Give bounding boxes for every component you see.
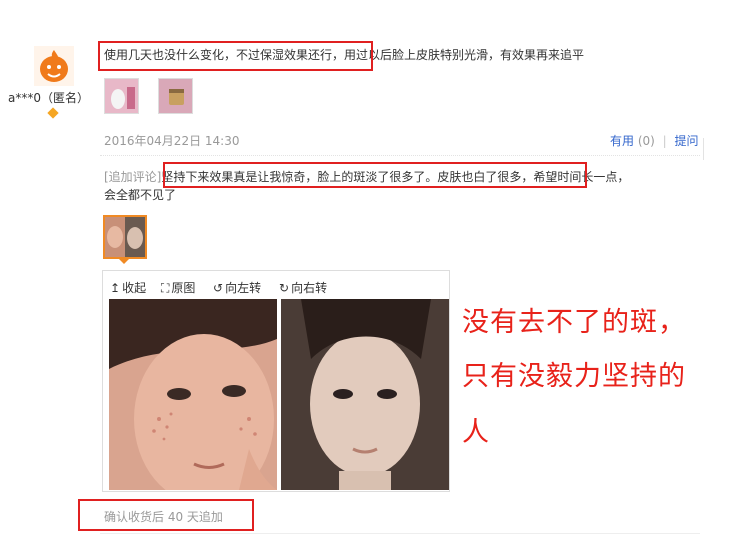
image-viewer: ↥ 收起 ⛶ 原图 ↺ 向左转 ↻ 向右转: [102, 270, 450, 492]
expand-icon: ⛶: [161, 281, 170, 295]
review-actions: 有用 (0) | 提问: [610, 132, 699, 149]
rotate-right-icon: ↻: [279, 281, 290, 295]
highlight-box-footer: [78, 499, 254, 531]
followup-text-line2: 会全都不见了: [104, 188, 177, 202]
divider: [100, 533, 700, 534]
overlay-caption-line1: 没有去不了的斑，: [462, 307, 686, 338]
original-label: 原图: [171, 281, 196, 295]
divider: [100, 155, 700, 156]
divider: [703, 138, 704, 160]
rotate-right-button[interactable]: ↻ 向右转: [279, 279, 327, 296]
highlight-box-followup: [163, 162, 587, 188]
collapse-arrow-icon: ↥: [110, 281, 121, 295]
level-badge-icon: [47, 107, 59, 119]
overlay-caption-line2: 只有没毅力坚持的: [462, 361, 686, 392]
review-photo-thumb[interactable]: [104, 78, 139, 114]
rotate-left-label: 向左转: [225, 281, 262, 295]
avatar[interactable]: [34, 46, 74, 86]
reviewer-name: a***0（匿名）: [8, 91, 89, 105]
selected-caret-icon: [118, 258, 130, 264]
collapse-label: 收起: [122, 281, 147, 295]
review-date: 2016年04月22日 14:30: [104, 134, 240, 148]
useful-link[interactable]: 有用: [610, 134, 634, 148]
rotate-left-icon: ↺: [213, 281, 224, 295]
action-separator: |: [662, 134, 667, 148]
followup-photo-thumb[interactable]: [103, 215, 147, 259]
review-photo-thumb[interactable]: [158, 78, 193, 114]
rotate-right-label: 向右转: [291, 281, 328, 295]
highlight-box-review: [98, 41, 373, 71]
rotate-left-button[interactable]: ↺ 向左转: [213, 279, 261, 296]
ask-link[interactable]: 提问: [675, 134, 699, 148]
original-image-button[interactable]: ⛶ 原图: [161, 279, 195, 296]
after-photo: [281, 299, 449, 490]
followup-label: [追加评论]: [104, 170, 162, 184]
before-photo: [109, 299, 277, 490]
useful-count: (0): [637, 134, 655, 148]
collapse-button[interactable]: ↥ 收起: [110, 279, 146, 296]
overlay-caption-line3: 人: [462, 417, 490, 448]
